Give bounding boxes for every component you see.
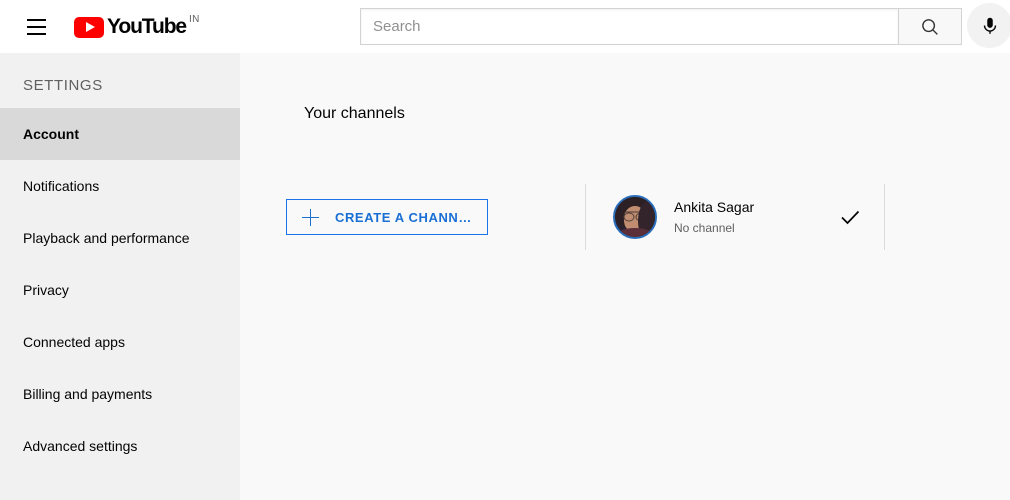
sidebar-title: SETTINGS bbox=[23, 77, 103, 94]
account-channel-card[interactable]: Ankita Sagar No channel bbox=[586, 184, 884, 250]
hamburger-line bbox=[26, 18, 46, 21]
check-icon bbox=[841, 210, 860, 225]
voice-search-button[interactable] bbox=[967, 3, 1010, 48]
microphone-icon bbox=[983, 17, 996, 34]
search-icon bbox=[922, 18, 938, 35]
sidebar-item-billing-and-payments[interactable]: Billing and payments bbox=[0, 368, 240, 420]
youtube-play-icon bbox=[74, 16, 104, 38]
sidebar-item-account[interactable]: Account bbox=[0, 108, 240, 160]
sidebar-item-label: Playback and performance bbox=[23, 230, 190, 246]
sidebar-item-label: Connected apps bbox=[23, 334, 125, 350]
search-button[interactable] bbox=[898, 8, 962, 45]
youtube-logo[interactable]: YouTube IN bbox=[74, 12, 200, 42]
account-name: Ankita Sagar bbox=[674, 199, 755, 215]
section-title-your-channels: Your channels bbox=[304, 105, 405, 122]
settings-sidebar: SETTINGS Account Notifications Playback … bbox=[0, 53, 240, 500]
hamburger-line bbox=[26, 25, 46, 28]
channels-row: CREATE A CHANN… Ankita Sagar No channel bbox=[286, 184, 886, 250]
hamburger-line bbox=[26, 32, 46, 35]
sidebar-item-notifications[interactable]: Notifications bbox=[0, 160, 240, 212]
sidebar-item-label: Billing and payments bbox=[23, 386, 153, 402]
user-avatar-photo bbox=[613, 195, 657, 239]
country-code-label: IN bbox=[189, 13, 200, 25]
sidebar-item-label: Notifications bbox=[23, 178, 100, 194]
create-channel-label: CREATE A CHANN… bbox=[334, 209, 473, 225]
search-input[interactable] bbox=[360, 8, 898, 45]
youtube-settings-page: YouTube IN SETTINGS Account bbox=[0, 0, 1010, 500]
sidebar-item-label: Account bbox=[23, 126, 79, 142]
search-area bbox=[360, 8, 962, 45]
account-subtitle: No channel bbox=[674, 221, 735, 235]
card-divider-right bbox=[884, 184, 886, 250]
top-header-bar: YouTube IN bbox=[0, 0, 1010, 53]
sidebar-nav-list: Account Notifications Playback and perfo… bbox=[0, 108, 240, 472]
sidebar-item-playback-and-performance[interactable]: Playback and performance bbox=[0, 212, 240, 264]
account-text-block: Ankita Sagar No channel bbox=[674, 198, 754, 236]
main-content: Your channels CREATE A CHANN… Ankita Sag… bbox=[240, 53, 1010, 500]
avatar-shoulder bbox=[615, 228, 655, 237]
sidebar-item-connected-apps[interactable]: Connected apps bbox=[0, 316, 240, 368]
sidebar-item-label: Advanced settings bbox=[23, 438, 138, 454]
sidebar-item-label: Privacy bbox=[23, 282, 69, 298]
hamburger-menu-icon[interactable] bbox=[16, 7, 56, 47]
selected-account-indicator bbox=[828, 205, 872, 229]
sidebar-item-privacy[interactable]: Privacy bbox=[0, 264, 240, 316]
create-a-channel-button[interactable]: CREATE A CHANN… bbox=[286, 199, 488, 235]
plus-icon bbox=[301, 208, 319, 226]
sidebar-item-advanced-settings[interactable]: Advanced settings bbox=[0, 420, 240, 472]
youtube-logo-text: YouTube bbox=[107, 14, 187, 38]
